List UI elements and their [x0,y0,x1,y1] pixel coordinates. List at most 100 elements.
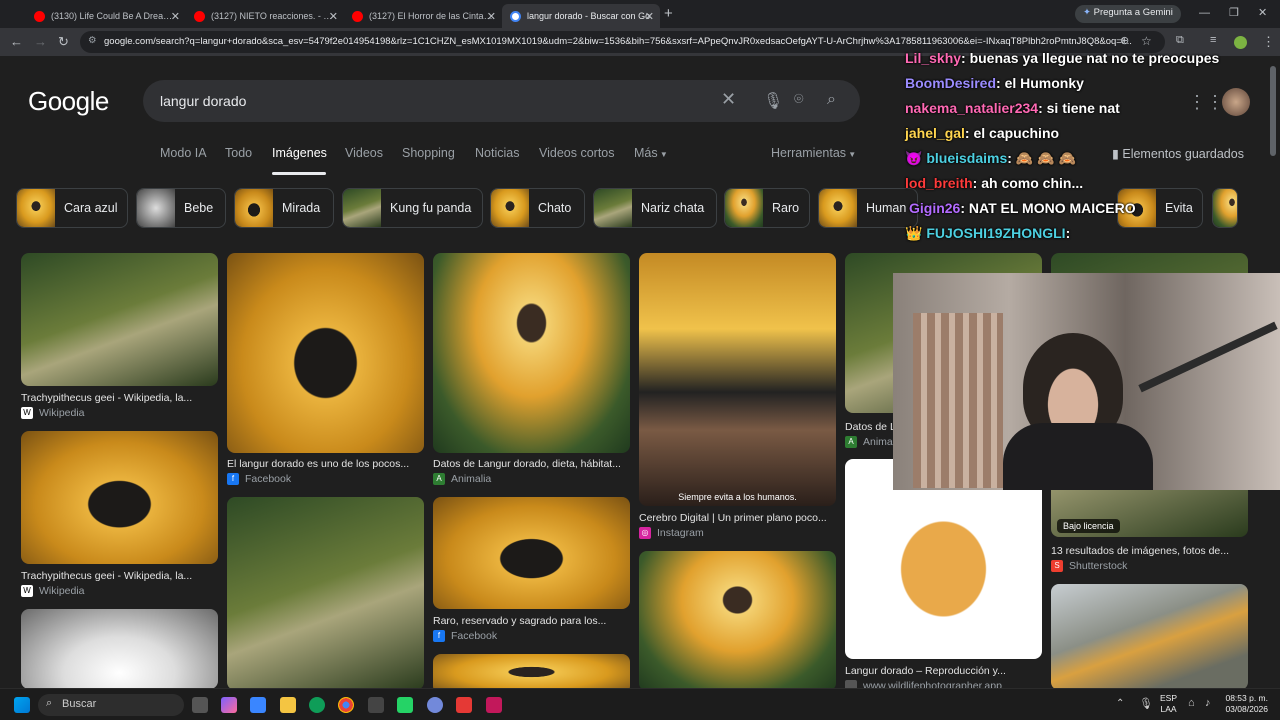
result-source[interactable]: W Wikipedia [21,585,85,597]
site-info-icon[interactable]: ⚙ [88,35,97,46]
close-tab-icon[interactable]: ✕ [645,10,654,23]
result-source[interactable]: W Wikipedia [21,407,85,419]
account-avatar[interactable] [1222,88,1250,116]
clear-search-icon[interactable]: ✕ [721,89,736,110]
result-caption[interactable]: 13 resultados de imágenes, fotos de... [1051,545,1248,557]
close-tab-icon[interactable]: ✕ [487,10,496,23]
result-caption[interactable]: Trachypithecus geei - Wikipedia, la... [21,570,218,582]
tab-shopping[interactable]: Shopping [402,146,455,160]
zoom-icon[interactable]: ⊕ [1120,34,1129,47]
chip-kung-fu-panda[interactable]: Kung fu panda [342,188,483,228]
reading-list-icon[interactable]: ≡ [1210,34,1216,46]
tray-overflow-icon[interactable]: ⌃ [1116,698,1124,709]
result-source[interactable]: www.wildlifephotographer.app [845,680,1002,688]
result-image[interactable] [21,253,218,386]
page-scrollbar[interactable] [1270,66,1276,156]
search-input[interactable]: langur dorado [160,93,246,109]
tab-modo-ia[interactable]: Modo IA [160,146,207,160]
chip-nariz-chata[interactable]: Nariz chata [593,188,717,228]
chrome-icon[interactable] [338,697,354,713]
result-source[interactable]: S Shutterstock [1051,560,1127,572]
microphone-icon[interactable]: 🎙 [763,91,783,111]
google-logo[interactable]: Google [28,86,109,117]
chip-humano[interactable]: Human [818,188,918,228]
app-icon[interactable] [397,697,413,713]
tab-todo[interactable]: Todo [225,146,252,160]
result-source[interactable]: f Facebook [227,473,291,485]
tab-videos-cortos[interactable]: Videos cortos [539,146,615,160]
close-window-icon[interactable]: ✕ [1258,6,1267,19]
app-icon[interactable] [456,697,472,713]
saved-items-button[interactable]: ▮ Elementos guardados [1112,146,1244,161]
result-image[interactable]: Siempre evita a los humanos. [639,253,836,506]
result-image[interactable] [227,253,424,453]
result-caption[interactable]: Raro, reservado y sagrado para los... [433,615,630,627]
taskbar-search[interactable]: ⌕ Buscar [38,694,184,716]
result-source[interactable]: A Anima [845,436,893,448]
tab-imagenes[interactable]: Imágenes [272,146,327,160]
microphone-icon[interactable]: 🎙 [1139,697,1153,710]
result-caption[interactable]: El langur dorado es uno de los pocos... [227,458,424,470]
chip-cara-azul[interactable]: Cara azul [16,188,128,228]
browser-tab-2[interactable]: (3127) NIETO reacciones. - You ✕ [186,4,344,28]
chip-mirada[interactable]: Mirada [234,188,334,228]
store-icon[interactable] [250,697,266,713]
result-image[interactable] [227,497,424,688]
search-icon[interactable]: ⌕ [827,91,836,109]
capture-icon[interactable] [368,697,384,713]
close-tab-icon[interactable]: ✕ [171,10,180,23]
result-image[interactable] [433,253,630,453]
close-tab-icon[interactable]: ✕ [329,10,338,23]
chip-raro[interactable]: Raro [724,188,810,228]
task-view-icon[interactable] [192,697,208,713]
minimize-icon[interactable]: — [1199,7,1210,19]
result-image[interactable] [433,497,630,609]
result-image[interactable] [1051,584,1248,688]
result-source[interactable]: f Facebook [433,630,497,642]
restore-icon[interactable]: ❐ [1229,6,1239,19]
new-tab-button[interactable]: + [664,5,673,22]
tab-noticias[interactable]: Noticias [475,146,519,160]
result-image[interactable] [639,551,836,688]
back-icon[interactable]: ← [10,34,23,49]
bookmark-star-icon[interactable]: ☆ [1141,34,1152,48]
windows-start-icon[interactable] [14,697,30,713]
result-source[interactable]: ◎ Instagram [639,527,704,539]
result-source[interactable]: A Animalia [433,473,491,485]
browser-tab-active[interactable]: langur dorado - Buscar con Go ✕ [502,4,660,28]
browser-tab-3[interactable]: (3127) El Horror de las Cintas B ✕ [344,4,502,28]
chip-bebe[interactable]: Bebe [136,188,226,228]
result-image[interactable] [21,431,218,564]
result-caption[interactable]: Cerebro Digital | Un primer plano poco..… [639,512,836,524]
browser-tab-1[interactable]: (3130) Life Could Be A Dream - ✕ [26,4,186,28]
result-image[interactable] [433,654,630,688]
gemini-button[interactable]: ✦ Pregunta a Gemini [1075,5,1181,23]
result-caption[interactable]: Datos de Langur dorado, dieta, hábitat..… [433,458,630,470]
volume-icon[interactable]: ♪ [1205,697,1211,709]
result-caption[interactable]: Langur dorado – Reproducción y... [845,665,1042,677]
result-caption[interactable]: Trachypithecus geei - Wikipedia, la... [21,392,218,404]
file-explorer-icon[interactable] [280,697,296,713]
apps-grid-icon[interactable]: ⋮⋮ [1188,92,1224,113]
extensions-icon[interactable]: ⧉ [1176,34,1184,47]
profile-avatar[interactable] [1234,36,1247,49]
menu-dots-icon[interactable]: ⋮ [1262,34,1275,50]
tools-button[interactable]: Herramientas ▼ [771,146,856,160]
tab-videos[interactable]: Videos [345,146,383,160]
reload-icon[interactable]: ↻ [58,34,69,50]
copilot-icon[interactable] [221,697,237,713]
search-box[interactable]: langur dorado ✕ 🎙 ⌾ ⌕ [143,80,860,122]
chip-thumbnail [137,189,175,227]
chip-chato[interactable]: Chato [490,188,585,228]
clock[interactable]: 08:53 p. m. 03/08/2026 [1222,693,1268,715]
language-indicator[interactable]: ESP LAA [1160,693,1177,715]
tab-mas[interactable]: Más ▼ [634,146,668,160]
forward-icon[interactable]: → [34,34,47,49]
obs-icon[interactable] [427,697,443,713]
lens-camera-icon[interactable]: ⌾ [794,91,804,109]
app-icon[interactable] [486,697,502,713]
edge-icon[interactable] [309,697,325,713]
result-image[interactable] [21,609,218,688]
chip-more[interactable] [1212,188,1238,228]
network-icon[interactable]: ⌂ [1188,697,1195,709]
